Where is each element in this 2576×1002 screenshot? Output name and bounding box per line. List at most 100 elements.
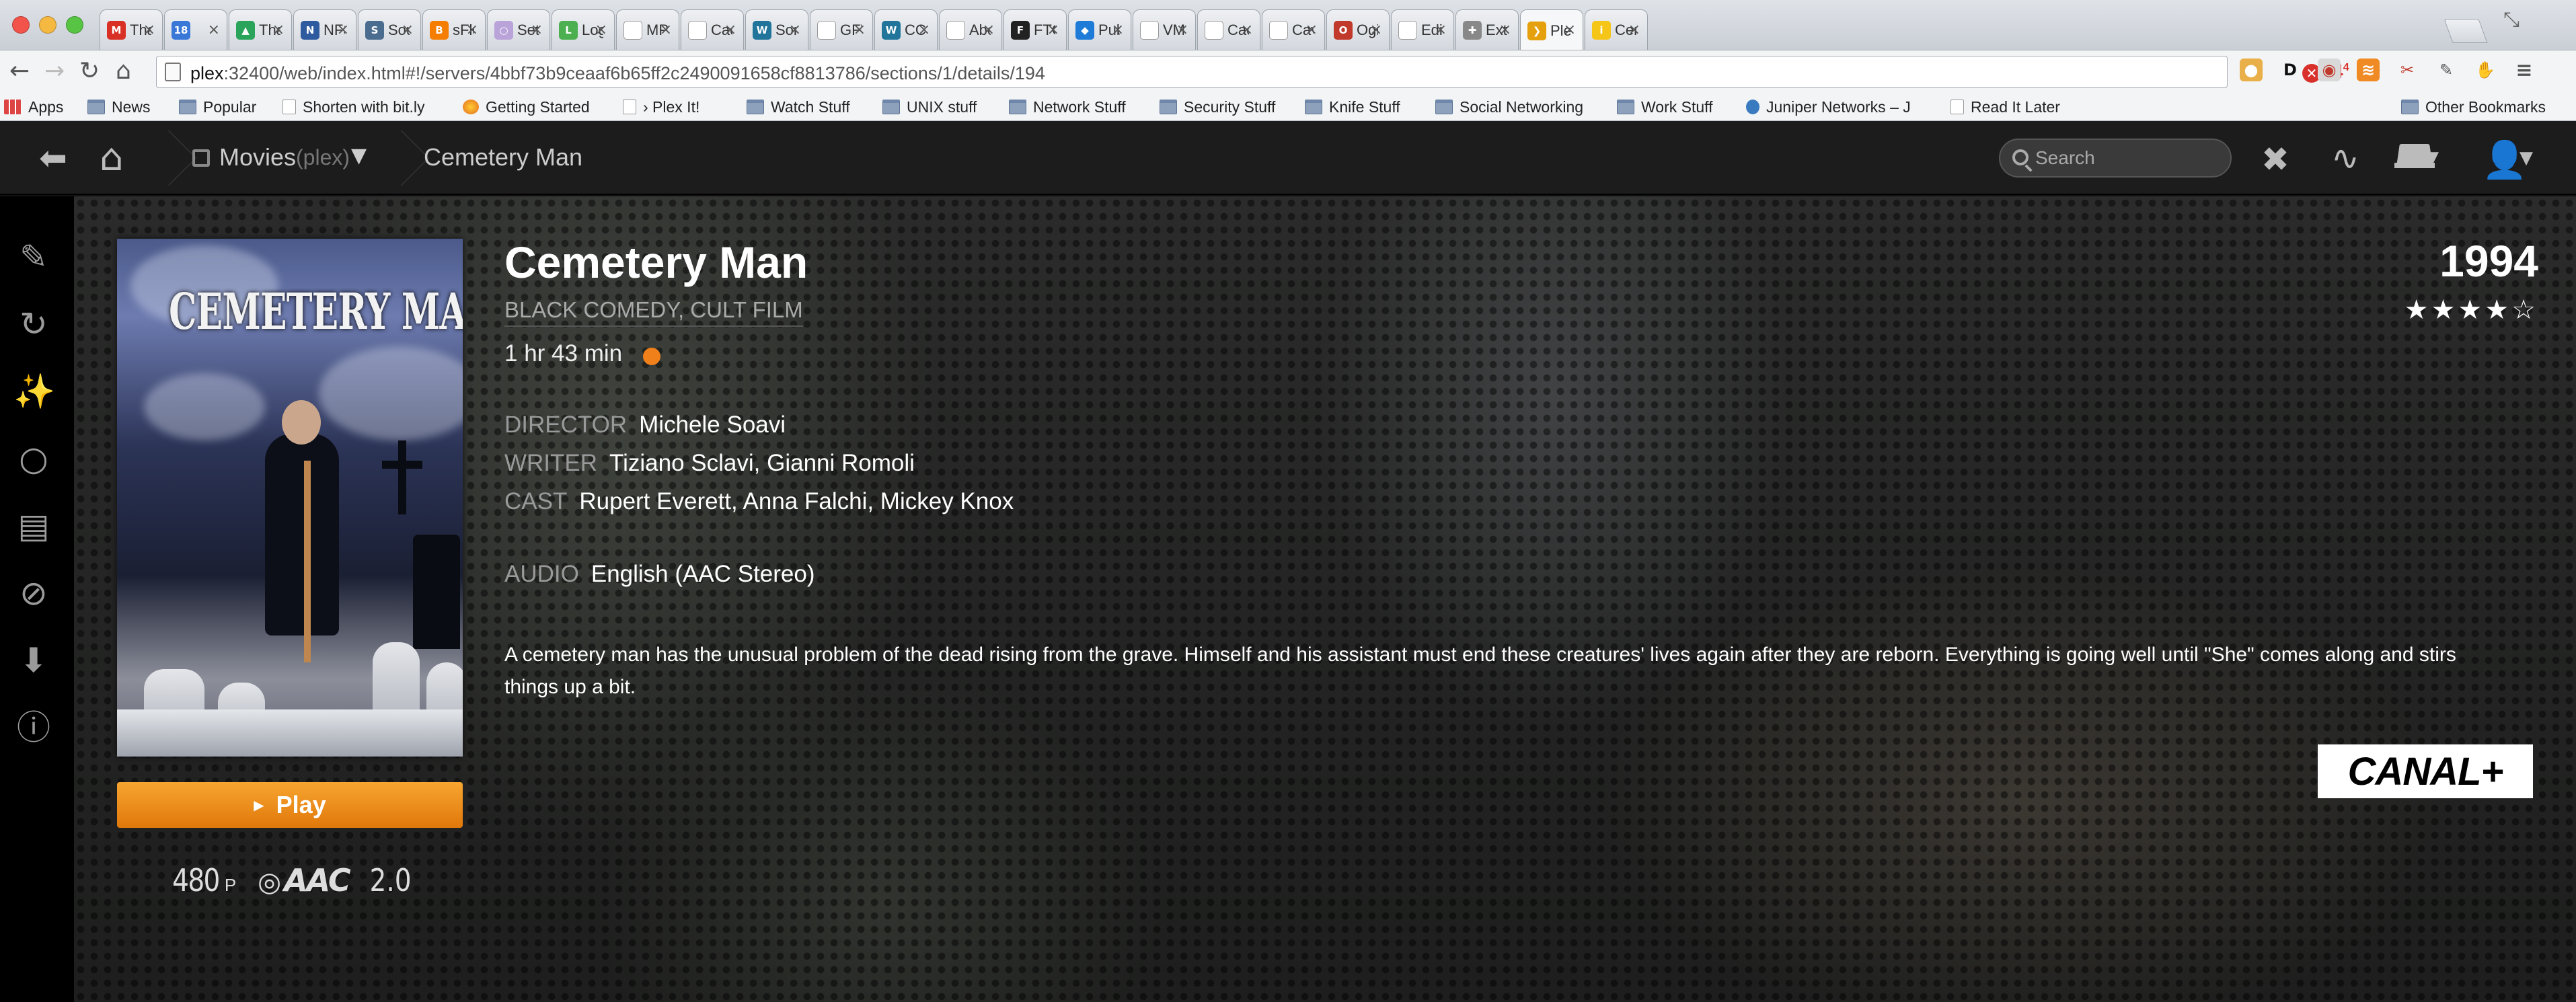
browser-tab[interactable]: Cava× <box>1262 9 1325 50</box>
bookmark-item[interactable]: News <box>87 98 151 116</box>
browser-tab[interactable]: WCCIE× <box>874 9 938 50</box>
cast-value[interactable]: Rupert Everett, Anna Falchi, Mickey Knox <box>579 488 1014 514</box>
tab-close-icon[interactable]: × <box>1370 22 1382 38</box>
refresh-icon[interactable]: ↻ <box>13 304 54 344</box>
breadcrumb-server[interactable]: (plex) <box>296 145 350 170</box>
star-filled-icon[interactable]: ★ <box>2431 295 2458 325</box>
rating-stars[interactable]: ★★★★☆ <box>2404 295 2538 325</box>
browser-tab[interactable]: Cact× <box>1197 9 1260 50</box>
tab-close-icon[interactable]: × <box>918 22 930 38</box>
tab-close-icon[interactable]: × <box>1241 22 1253 38</box>
bookmark-item[interactable]: Getting Started <box>463 98 590 116</box>
bookmark-item[interactable]: Knife Stuff <box>1305 98 1400 116</box>
reload-icon[interactable]: ↻ <box>79 57 100 85</box>
browser-tab[interactable]: ◆Publ× <box>1068 9 1131 50</box>
tab-close-icon[interactable]: × <box>660 22 672 38</box>
tab-close-icon[interactable]: × <box>143 22 155 38</box>
bookmark-item[interactable]: Read It Later <box>1950 98 2060 116</box>
unmatch-icon[interactable]: ⊘ <box>13 573 54 613</box>
chevron-down-icon[interactable]: ▼ <box>351 144 367 167</box>
settings-tools-icon[interactable]: ✖ <box>2261 140 2289 179</box>
audio-value[interactable]: English (AAC Stereo) <box>591 561 815 587</box>
activity-pulse-icon[interactable]: ∿ <box>2331 139 2359 178</box>
chrome-menu-icon[interactable]: ≡ <box>2513 59 2536 82</box>
window-zoom-button[interactable] <box>66 16 83 34</box>
browser-tab[interactable]: iCem× <box>1585 9 1648 50</box>
tab-close-icon[interactable]: × <box>1435 22 1447 38</box>
director-value[interactable]: Michele Soavi <box>639 412 786 438</box>
play-button[interactable]: ▶ Play <box>117 782 463 828</box>
bookmark-item[interactable]: Work Stuff <box>1617 98 1713 116</box>
browser-tab[interactable]: MTha× <box>100 9 163 50</box>
chevron-down-icon[interactable]: ▼ <box>2425 148 2439 168</box>
browser-tab[interactable]: 18 × <box>164 9 227 50</box>
breadcrumb-library[interactable]: Movies <box>219 143 296 171</box>
hand-extension-icon[interactable]: ✋ <box>2474 59 2497 81</box>
home-icon[interactable]: ⌂ <box>116 57 131 85</box>
browser-tab[interactable]: OOgic× <box>1326 9 1390 50</box>
match-wand-icon[interactable]: ✨ <box>13 371 55 412</box>
home-icon[interactable]: ⌂ <box>100 136 124 180</box>
window-minimize-button[interactable] <box>39 16 56 34</box>
star-filled-icon[interactable]: ★ <box>2404 295 2431 325</box>
tools-extension-icon[interactable]: ✂ <box>2396 59 2419 81</box>
tab-close-icon[interactable]: × <box>531 22 543 38</box>
edit-pencil-icon[interactable]: ✎ <box>13 237 54 277</box>
new-tab-button[interactable] <box>2444 19 2488 43</box>
watched-circle-icon[interactable]: ○ <box>13 438 54 479</box>
tab-close-icon[interactable]: × <box>1176 22 1188 38</box>
star-filled-icon[interactable]: ★ <box>2485 295 2511 325</box>
bookmark-item[interactable]: UNIX stuff <box>882 98 977 116</box>
browser-tab[interactable]: ✚Exte× <box>1455 9 1519 50</box>
tab-close-icon[interactable]: × <box>1499 22 1511 38</box>
browser-tab[interactable]: Edit× <box>1391 9 1454 50</box>
tab-close-icon[interactable]: × <box>402 22 414 38</box>
bookmark-item[interactable]: Watch Stuff <box>747 98 850 116</box>
back-arrow-icon[interactable]: ⬅ <box>39 139 67 178</box>
bookmark-item[interactable]: Shorten with bit.ly <box>282 98 425 116</box>
star-filled-icon[interactable]: ★ <box>2458 295 2485 325</box>
tab-close-icon[interactable]: × <box>595 22 607 38</box>
movie-poster[interactable]: CEMETERY MAN <box>117 239 463 757</box>
star-empty-icon[interactable]: ☆ <box>2511 295 2538 325</box>
browser-tab[interactable]: LLogi× <box>552 9 615 50</box>
info-icon[interactable]: ⓘ <box>13 707 54 748</box>
disconnect-extension-icon[interactable]: D <box>2279 59 2302 81</box>
search-box[interactable] <box>1999 139 2232 178</box>
forward-arrow-icon[interactable]: → <box>44 57 65 85</box>
browser-tab[interactable]: ○Setu× <box>487 9 550 50</box>
tab-close-icon[interactable]: × <box>1047 22 1059 38</box>
tab-close-icon[interactable]: × <box>1628 22 1640 38</box>
bookmark-item[interactable]: Popular <box>179 98 256 116</box>
tab-close-icon[interactable]: × <box>789 22 801 38</box>
chevron-down-icon[interactable]: ▼ <box>2520 148 2533 168</box>
tab-close-icon[interactable]: × <box>983 22 995 38</box>
browser-tab[interactable]: WSoni× <box>745 9 808 50</box>
browser-tab[interactable]: SSour× <box>358 9 421 50</box>
window-close-button[interactable] <box>12 16 30 34</box>
browser-tab[interactable]: Abo× <box>939 9 1002 50</box>
tab-close-icon[interactable]: × <box>1305 22 1318 38</box>
download-icon[interactable]: ⬇ <box>13 640 54 681</box>
browser-tab[interactable]: GFW× <box>810 9 873 50</box>
browser-tab[interactable]: NNFSE× <box>293 9 356 50</box>
writer-value[interactable]: Tiziano Sclavi, Gianni Romoli <box>609 450 915 476</box>
browser-tab[interactable]: FFTC× <box>1003 9 1067 50</box>
browser-tab[interactable]: VMw× <box>1133 9 1196 50</box>
wrench-extension-icon[interactable]: ✎ <box>2435 59 2458 81</box>
bookmark-item[interactable]: Social Networking <box>1435 98 1583 116</box>
stop-extension-icon[interactable]: ◉ <box>2318 59 2341 81</box>
bookmark-item[interactable]: Other Bookmarks <box>2401 98 2546 116</box>
restore-window-icon[interactable]: ⤡ <box>2503 8 2520 32</box>
address-bar[interactable]: plex:32400/web/index.html#!/servers/4bbf… <box>156 56 2382 88</box>
tab-close-icon[interactable]: × <box>1112 22 1124 38</box>
browser-tab[interactable]: Cact× <box>681 9 744 50</box>
tab-close-icon[interactable]: × <box>466 22 478 38</box>
tab-close-icon[interactable]: × <box>272 22 285 38</box>
bookmark-item[interactable]: Security Stuff <box>1160 98 1275 116</box>
squirrel-extension-icon[interactable]: ● <box>2240 59 2263 81</box>
browser-tab[interactable]: ▲Tha× <box>229 9 292 50</box>
browser-tab[interactable]: BsFlo× <box>422 9 486 50</box>
tab-close-icon[interactable]: × <box>337 22 349 38</box>
bookmark-item[interactable]: Network Stuff <box>1009 98 1126 116</box>
